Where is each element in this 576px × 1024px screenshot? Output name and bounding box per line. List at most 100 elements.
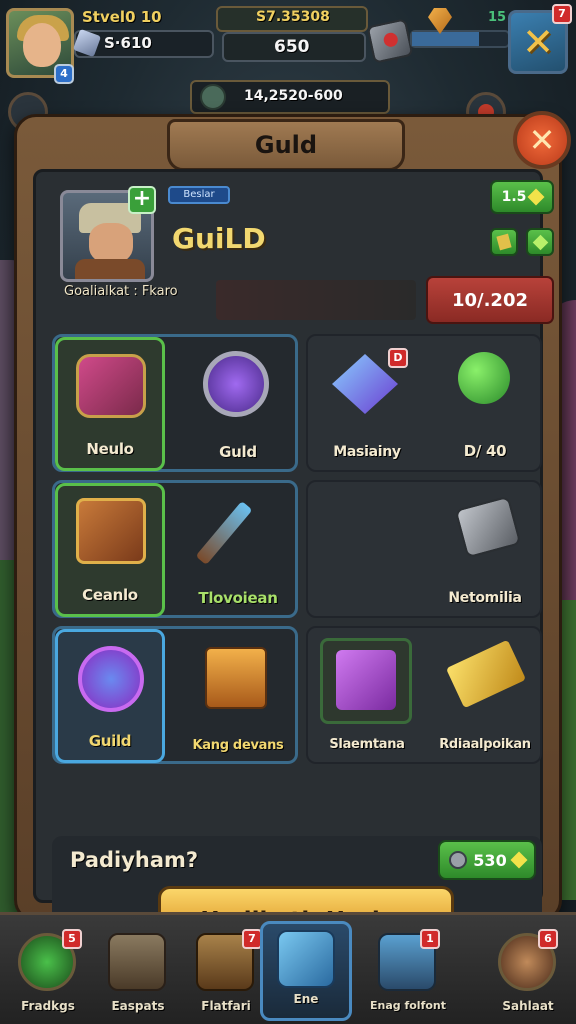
members-button[interactable]: 10/.202 [426,276,554,324]
action-title: Padiyham? [70,848,199,872]
item-label: Netomilia [448,590,522,606]
nav-item-enag-folfont[interactable]: 1 Enag folfont [362,925,454,1024]
green-orb-icon [458,352,510,404]
notif-badge: 7 [552,4,572,24]
top-center-value: S7.35308 [256,9,330,25]
guild-rank: 1.5 [501,189,527,205]
info-value: Fkaro [141,284,178,299]
item-label: Guild [88,732,132,750]
castle-icon [108,933,166,991]
treasure-chest-icon [76,498,146,564]
nav-item-sahlaat[interactable]: 6 Sahlaat [482,925,574,1024]
nav-label: Fradkgs [21,999,75,1013]
item-group: Netomilia [306,480,542,618]
panel-title: Guld [167,119,405,171]
nav-badge: 1 [420,929,440,949]
nav-label: Enag folfont [369,999,447,1012]
item-guild[interactable]: Guild [55,629,165,763]
info-strip [216,280,416,320]
item-label: Guld [219,443,257,461]
cost-value: 530 [473,850,507,870]
top-hud: 4 Stvel0 10 S·610 S7.35308 650 15 ✕ 7 14… [0,0,576,132]
item-label: Kang devans [192,738,284,753]
nav-item-easpats[interactable]: Easpats [92,925,184,1024]
gold-bar-icon [496,233,512,251]
gem-count: S·610 [104,34,152,52]
crystal-icon [277,930,335,988]
item-row-1: Neulo Guld D Masiainy D/ 40 [52,334,542,472]
cannon-icon [76,354,146,418]
sub-resource-value: 14,2520-600 [244,88,343,104]
diamond-icon [527,188,545,206]
item-row-2: Ceanlo Tlovoiean Netomilia [52,480,542,618]
anvil-icon [454,495,522,559]
close-icon: ✕ [522,20,554,64]
gem-button[interactable] [526,228,554,256]
item-row-3: Guild Kang devans Slaemtana Rdiaalpoikan [52,626,542,764]
player-level-badge: 4 [54,64,74,84]
panel-close-button[interactable]: ✕ [513,111,571,169]
item-group: Guild Kang devans [52,626,298,764]
item-d40[interactable]: D/ 40 [430,336,540,470]
item-label: Slaemtana [329,737,405,752]
item-guld[interactable]: Guld [183,337,293,471]
guild-name: GuiLD [172,222,266,255]
bottom-nav: 5 Fradkgs Easpats 7 Flatfari Ene 1 Enag … [0,912,576,1024]
nav-label: Ene [293,992,319,1006]
emblem-face [89,223,133,263]
energy-bar-fill [412,32,480,46]
gold-bar-button[interactable] [490,228,518,256]
emblem-body [75,259,145,279]
item-group: Neulo Guld [52,334,298,472]
energy-bar [410,30,510,48]
item-tlovoiean[interactable]: Tlovoiean [183,483,293,617]
nav-label: Sahlaat [502,999,554,1013]
lock-dot [382,31,400,49]
item-group: Slaemtana Rdiaalpoikan [306,626,542,764]
item-label: Neulo [86,440,134,458]
coin-icon [449,851,468,869]
gold-ingot-icon [445,639,527,709]
helmet-icon [200,84,226,110]
magic-mirror-icon [78,646,144,712]
item-label: D/ 40 [463,442,507,460]
guild-info-row: Goalialkat : Fkaro [64,284,178,299]
item-label: Tlovoiean [198,589,278,607]
lock-icon[interactable] [366,18,414,64]
nav-label: Flatfari [201,999,251,1013]
item-label: Masiainy [333,444,401,460]
item-slaemtana[interactable]: Slaemtana [312,628,422,762]
panel-content: + Beslar GuiLD 1.5 Goalialkat : Fkaro 10… [33,169,554,956]
crystal-orb-icon [203,351,269,417]
item-badge: D [388,348,408,368]
item-label: Rdiaalpoikan [439,737,531,752]
guild-tag: Beslar [168,186,230,204]
nav-label: Easpats [111,999,165,1013]
close-icon: ✕ [528,121,556,159]
nav-item-fradkgs[interactable]: 5 Fradkgs [2,925,94,1024]
info-label: Goalialkat [64,284,130,299]
golden-chest-icon [205,647,267,709]
diamond-icon [532,234,549,251]
nav-item-flatfari[interactable]: 7 Flatfari [180,925,272,1024]
guild-panel: Guld ✕ + Beslar GuiLD 1.5 Goalialkat : F… [14,111,571,956]
small-value: 15 [488,10,507,25]
player-name: Stvel0 10 [82,8,162,26]
item-kang-devans[interactable]: Kang devans [183,629,293,763]
gold-count: 650 [274,37,310,57]
nav-badge: 7 [242,929,262,949]
avatar-face [23,23,61,67]
item-group: D Masiainy D/ 40 [306,334,542,472]
staff-icon [195,500,253,566]
guild-rank-pill[interactable]: 1.5 [490,180,554,214]
item-ceanlo[interactable]: Ceanlo [55,483,165,617]
item-neulo[interactable]: Neulo [55,337,165,471]
add-icon[interactable]: + [128,186,156,214]
diamond-icon [510,851,528,869]
item-masiainy[interactable]: D Masiainy [312,336,422,470]
nav-item-ene[interactable]: Ene [260,921,352,1021]
item-rdiaalpoikan[interactable]: Rdiaalpoikan [430,628,540,762]
cost-button[interactable]: 530 [438,840,536,880]
item-group: Ceanlo Tlovoiean [52,480,298,618]
item-netomilia[interactable]: Netomilia [430,482,540,616]
